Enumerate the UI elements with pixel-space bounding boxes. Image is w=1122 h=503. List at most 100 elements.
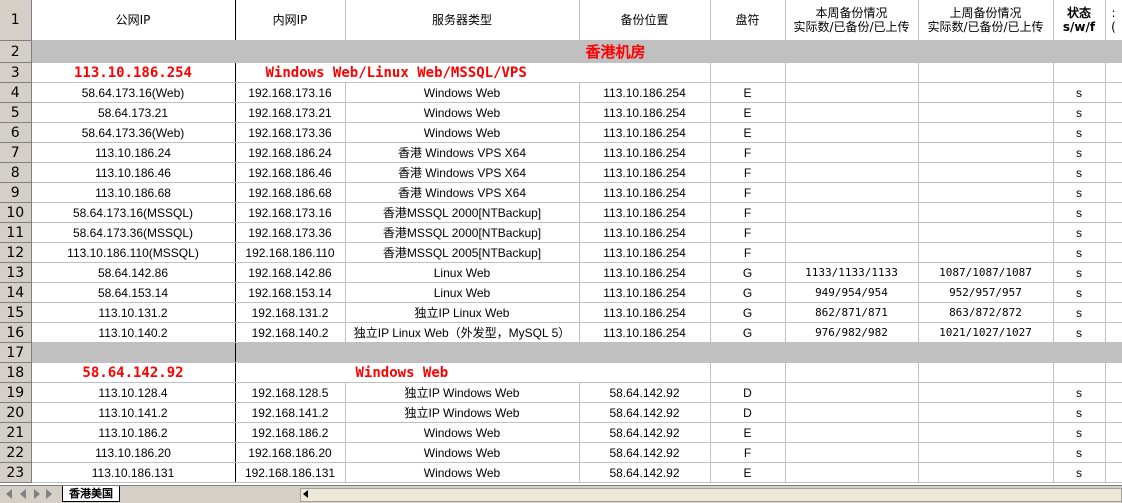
backup-location-cell[interactable]: 113.10.186.254 bbox=[579, 302, 711, 323]
last-week-cell[interactable] bbox=[918, 242, 1054, 263]
public-ip-cell[interactable]: 113.10.140.2 bbox=[31, 322, 236, 343]
private-ip-cell[interactable]: 192.168.140.2 bbox=[235, 322, 346, 343]
cell[interactable] bbox=[1105, 202, 1122, 223]
row-number[interactable]: 15 bbox=[0, 302, 32, 323]
horizontal-scrollbar[interactable] bbox=[300, 488, 1122, 502]
status-cell[interactable]: s bbox=[1053, 422, 1106, 443]
scroll-left-icon[interactable] bbox=[303, 490, 308, 498]
cell[interactable] bbox=[1105, 82, 1122, 103]
private-ip-cell[interactable]: 192.168.131.2 bbox=[235, 302, 346, 323]
last-week-cell[interactable] bbox=[918, 142, 1054, 163]
private-ip-cell[interactable]: 192.168.173.16 bbox=[235, 82, 346, 103]
public-ip-cell[interactable]: 113.10.186.110(MSSQL) bbox=[31, 242, 236, 263]
backup-location-cell[interactable]: 113.10.186.254 bbox=[579, 182, 711, 203]
drive-cell[interactable]: G bbox=[710, 322, 786, 343]
server-type-cell[interactable]: Windows Web bbox=[345, 442, 580, 463]
private-ip-cell[interactable]: 192.168.173.36 bbox=[235, 122, 346, 143]
status-cell[interactable]: s bbox=[1053, 242, 1106, 263]
cell[interactable] bbox=[1105, 422, 1122, 443]
status-cell[interactable]: s bbox=[1053, 182, 1106, 203]
row-number[interactable]: 11 bbox=[0, 222, 32, 243]
status-cell[interactable]: s bbox=[1053, 142, 1106, 163]
backup-location-cell[interactable]: 113.10.186.254 bbox=[579, 242, 711, 263]
private-ip-cell[interactable]: 192.168.186.131 bbox=[235, 462, 346, 483]
backup-location-cell[interactable]: 113.10.186.254 bbox=[579, 202, 711, 223]
cell[interactable] bbox=[1105, 362, 1122, 383]
last-week-cell[interactable]: 1021/1027/1027 bbox=[918, 322, 1054, 343]
spreadsheet-grid[interactable]: 1 公网IP 内网IP 服务器类型 备份位置 盘符 本周备份情况 实际数/已备份… bbox=[0, 0, 1122, 485]
row-number[interactable]: 4 bbox=[0, 82, 32, 103]
public-ip-cell[interactable]: 58.64.173.16(Web) bbox=[31, 82, 236, 103]
row-number[interactable]: 5 bbox=[0, 102, 32, 123]
server-type-cell[interactable]: 独立IP Linux Web（外发型，MySQL 5） bbox=[345, 322, 580, 343]
drive-cell[interactable]: E bbox=[710, 82, 786, 103]
drive-cell[interactable]: F bbox=[710, 202, 786, 223]
last-week-cell[interactable]: 863/872/872 bbox=[918, 302, 1054, 323]
drive-cell[interactable]: D bbox=[710, 402, 786, 423]
this-week-cell[interactable]: 862/871/871 bbox=[785, 302, 919, 323]
backup-location-cell[interactable]: 113.10.186.254 bbox=[579, 162, 711, 183]
status-cell[interactable]: s bbox=[1053, 202, 1106, 223]
this-week-cell[interactable] bbox=[785, 402, 919, 423]
server-type-cell[interactable]: 香港 Windows VPS X64 bbox=[345, 182, 580, 203]
last-week-cell[interactable] bbox=[918, 462, 1054, 483]
public-ip-cell[interactable]: 113.10.186.2 bbox=[31, 422, 236, 443]
status-cell[interactable]: s bbox=[1053, 262, 1106, 283]
private-ip-cell[interactable]: 192.168.186.46 bbox=[235, 162, 346, 183]
row-number[interactable]: 2 bbox=[0, 40, 32, 63]
row-number[interactable]: 14 bbox=[0, 282, 32, 303]
status-cell[interactable]: s bbox=[1053, 302, 1106, 323]
last-week-cell[interactable] bbox=[918, 222, 1054, 243]
this-week-cell[interactable] bbox=[785, 422, 919, 443]
cell[interactable] bbox=[710, 362, 786, 383]
this-week-cell[interactable] bbox=[785, 162, 919, 183]
public-ip-cell[interactable]: 113.10.186.131 bbox=[31, 462, 236, 483]
group-type[interactable]: Windows Web bbox=[235, 362, 711, 383]
public-ip-cell[interactable]: 58.64.173.21 bbox=[31, 102, 236, 123]
public-ip-cell[interactable]: 58.64.142.86 bbox=[31, 262, 236, 283]
backup-location-cell[interactable]: 113.10.186.254 bbox=[579, 102, 711, 123]
cell[interactable] bbox=[1053, 62, 1106, 83]
status-cell[interactable]: s bbox=[1053, 82, 1106, 103]
prev-sheet-icon[interactable] bbox=[20, 489, 26, 499]
backup-location-cell[interactable]: 113.10.186.254 bbox=[579, 322, 711, 343]
private-ip-cell[interactable]: 192.168.186.2 bbox=[235, 422, 346, 443]
row-number[interactable]: 3 bbox=[0, 62, 32, 83]
cell[interactable] bbox=[1105, 242, 1122, 263]
last-week-cell[interactable]: 1087/1087/1087 bbox=[918, 262, 1054, 283]
group-type[interactable]: Windows Web/Linux Web/MSSQL/VPS bbox=[235, 62, 711, 83]
server-type-cell[interactable]: 香港MSSQL 2000[NTBackup] bbox=[345, 222, 580, 243]
private-ip-cell[interactable]: 192.168.173.21 bbox=[235, 102, 346, 123]
backup-location-cell[interactable]: 58.64.142.92 bbox=[579, 462, 711, 483]
cell[interactable] bbox=[1105, 302, 1122, 323]
backup-location-cell[interactable]: 58.64.142.92 bbox=[579, 422, 711, 443]
cell[interactable] bbox=[1105, 402, 1122, 423]
backup-location-cell[interactable]: 58.64.142.92 bbox=[579, 402, 711, 423]
drive-cell[interactable]: G bbox=[710, 262, 786, 283]
server-type-cell[interactable]: 独立IP Windows Web bbox=[345, 402, 580, 423]
drive-cell[interactable]: F bbox=[710, 162, 786, 183]
status-cell[interactable]: s bbox=[1053, 282, 1106, 303]
row-number[interactable]: 12 bbox=[0, 242, 32, 263]
backup-location-cell[interactable]: 113.10.186.254 bbox=[579, 142, 711, 163]
status-cell[interactable]: s bbox=[1053, 442, 1106, 463]
public-ip-cell[interactable]: 58.64.173.36(Web) bbox=[31, 122, 236, 143]
drive-cell[interactable]: G bbox=[710, 282, 786, 303]
this-week-cell[interactable] bbox=[785, 242, 919, 263]
status-cell[interactable]: s bbox=[1053, 162, 1106, 183]
public-ip-cell[interactable]: 113.10.128.4 bbox=[31, 382, 236, 403]
row-number[interactable]: 8 bbox=[0, 162, 32, 183]
last-week-cell[interactable] bbox=[918, 422, 1054, 443]
drive-cell[interactable]: E bbox=[710, 122, 786, 143]
server-type-cell[interactable]: Windows Web bbox=[345, 122, 580, 143]
row-number[interactable]: 21 bbox=[0, 422, 32, 443]
this-week-cell[interactable]: 976/982/982 bbox=[785, 322, 919, 343]
server-type-cell[interactable]: 香港MSSQL 2005[NTBackup] bbox=[345, 242, 580, 263]
cell[interactable] bbox=[918, 362, 1054, 383]
group-ip[interactable]: 113.10.186.254 bbox=[31, 62, 236, 83]
last-week-cell[interactable] bbox=[918, 182, 1054, 203]
cell[interactable] bbox=[785, 362, 919, 383]
row-number[interactable]: 17 bbox=[0, 342, 32, 363]
private-ip-cell[interactable]: 192.168.186.68 bbox=[235, 182, 346, 203]
this-week-cell[interactable] bbox=[785, 102, 919, 123]
